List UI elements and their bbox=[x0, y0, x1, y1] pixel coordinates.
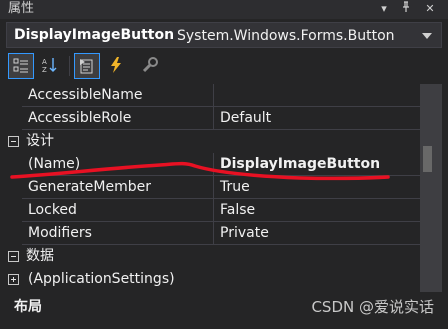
category-data[interactable]: 数据 bbox=[6, 245, 420, 268]
alphabetical-icon: A Z bbox=[42, 58, 57, 73]
chevron-down-icon bbox=[422, 33, 432, 39]
property-value[interactable]: True bbox=[220, 179, 250, 196]
property-name: GenerateMember bbox=[28, 179, 151, 195]
properties-toolbar: A Z bbox=[6, 51, 442, 81]
properties-icon bbox=[80, 59, 93, 74]
properties-button[interactable] bbox=[74, 53, 100, 79]
property-row[interactable]: AccessibleRole Default bbox=[6, 107, 420, 130]
events-lightning-icon bbox=[111, 57, 121, 73]
svg-text:A: A bbox=[42, 58, 47, 66]
property-row[interactable]: Locked False bbox=[6, 199, 420, 222]
watermark-text: CSDN @爱说实话 bbox=[311, 298, 434, 316]
wrench-icon bbox=[142, 57, 158, 73]
alphabetical-button[interactable]: A Z bbox=[38, 53, 64, 79]
object-type: System.Windows.Forms.Button bbox=[177, 28, 395, 44]
auto-hide-pin-button[interactable] bbox=[398, 1, 414, 17]
property-name: (ApplicationSettings) bbox=[28, 271, 175, 287]
panel-title: 属性 bbox=[8, 1, 35, 16]
close-button[interactable]: ✕ bbox=[422, 1, 438, 17]
property-row[interactable]: Modifiers Private bbox=[6, 222, 420, 245]
property-row[interactable]: GenerateMember True bbox=[6, 176, 420, 199]
property-row[interactable]: AccessibleName bbox=[6, 84, 420, 107]
description-title: 布局 bbox=[14, 299, 42, 315]
category-label: 设计 bbox=[26, 133, 54, 149]
pin-icon bbox=[403, 1, 409, 12]
property-name: Locked bbox=[28, 202, 77, 218]
expand-toggle-icon[interactable] bbox=[8, 274, 19, 285]
property-value[interactable]: Default bbox=[220, 110, 271, 127]
svg-text:Z: Z bbox=[42, 66, 47, 73]
category-design[interactable]: 设计 bbox=[6, 130, 420, 153]
scrollbar-thumb[interactable] bbox=[423, 146, 432, 172]
category-label: 数据 bbox=[26, 248, 54, 264]
collapse-toggle-icon[interactable] bbox=[8, 136, 19, 147]
categorized-icon bbox=[13, 58, 28, 73]
object-selector-dropdown[interactable]: DisplayImageButton System.Windows.Forms.… bbox=[6, 22, 442, 48]
property-value[interactable]: Private bbox=[220, 225, 269, 242]
property-grid: AccessibleName AccessibleRole Default 设计… bbox=[6, 84, 420, 292]
dropdown-menu-button[interactable]: ▾ bbox=[376, 1, 392, 17]
property-name: (Name) bbox=[28, 156, 81, 172]
property-row-application-settings[interactable]: (ApplicationSettings) bbox=[6, 268, 420, 291]
events-button[interactable] bbox=[104, 53, 130, 79]
toolbar-separator bbox=[69, 56, 70, 76]
panel-titlebar: 属性 ▾ ✕ bbox=[0, 0, 448, 19]
object-name: DisplayImageButton bbox=[14, 27, 175, 43]
property-value[interactable]: False bbox=[220, 202, 255, 219]
property-value[interactable]: DisplayImageButton bbox=[220, 156, 380, 173]
property-name: AccessibleRole bbox=[28, 110, 132, 126]
property-name: Modifiers bbox=[28, 225, 92, 241]
vertical-scrollbar[interactable] bbox=[420, 84, 442, 292]
collapse-toggle-icon[interactable] bbox=[8, 251, 19, 262]
categorized-button[interactable] bbox=[8, 53, 34, 79]
property-row-name[interactable]: (Name) DisplayImageButton bbox=[6, 153, 420, 176]
property-name: AccessibleName bbox=[28, 87, 143, 103]
property-pages-button[interactable] bbox=[138, 53, 164, 79]
